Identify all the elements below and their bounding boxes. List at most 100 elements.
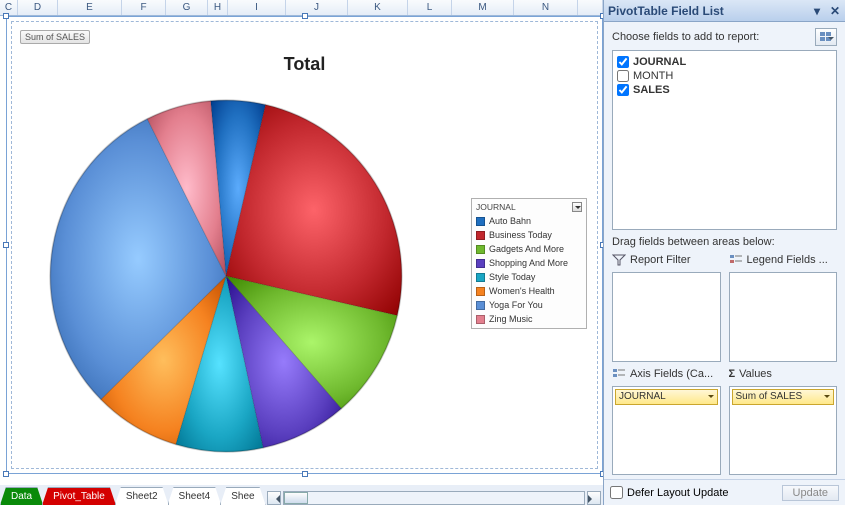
resize-handle[interactable] <box>302 471 308 477</box>
legend-swatch <box>476 231 485 240</box>
area-label: Axis Fields (Ca... <box>630 368 713 380</box>
sheet-tab[interactable]: Sheet2 <box>115 487 169 505</box>
scroll-right-button[interactable] <box>587 491 601 505</box>
drop-area-axis[interactable]: JOURNAL <box>612 386 721 476</box>
field-chip-sum-of-sales[interactable]: Sum of SALES <box>732 389 835 405</box>
legend-text: Zing Music <box>489 314 533 324</box>
resize-handle[interactable] <box>3 471 9 477</box>
field-list-item[interactable]: MONTH <box>617 69 832 83</box>
column-header[interactable]: K <box>348 0 408 15</box>
dropdown-icon[interactable]: ▾ <box>811 5 823 17</box>
field-checkbox[interactable] <box>617 56 629 68</box>
legend-item[interactable]: Shopping And More <box>475 256 583 270</box>
value-field-button[interactable]: Sum of SALES <box>20 30 90 44</box>
legend-item[interactable]: Zing Music <box>475 312 583 326</box>
legend-text: Women's Health <box>489 286 555 296</box>
field-checkbox[interactable] <box>617 70 629 82</box>
legend-swatch <box>476 217 485 226</box>
column-header[interactable]: H <box>208 0 228 15</box>
area-label: Values <box>739 368 772 380</box>
pane-title-text: PivotTable Field List <box>608 4 724 18</box>
field-chip-label: Sum of SALES <box>736 391 803 402</box>
sheet-tab-bar: DataPivot_TableSheet2Sheet4Shee <box>0 485 603 505</box>
pivottable-field-list-pane: PivotTable Field List ▾ ✕ Choose fields … <box>603 0 845 505</box>
update-button[interactable]: Update <box>782 485 839 501</box>
resize-handle[interactable] <box>3 242 9 248</box>
legend-text: Gadgets And More <box>489 244 564 254</box>
legend-item[interactable]: Style Today <box>475 270 583 284</box>
pane-titlebar[interactable]: PivotTable Field List ▾ ✕ <box>604 0 845 22</box>
layout-options-button[interactable] <box>815 28 837 46</box>
drop-area-report-filter[interactable] <box>612 272 721 362</box>
field-list[interactable]: JOURNALMONTHSALES <box>612 50 837 230</box>
field-name: JOURNAL <box>633 56 686 68</box>
horizontal-scrollbar[interactable] <box>265 491 603 505</box>
sheet-tab[interactable]: Data <box>0 487 43 505</box>
legend-field-button[interactable]: JOURNAL <box>475 201 583 214</box>
field-list-item[interactable]: SALES <box>617 83 832 97</box>
chevron-down-icon[interactable] <box>572 202 582 212</box>
column-header[interactable]: F <box>122 0 166 15</box>
sigma-icon: Σ <box>729 368 736 380</box>
sheet-tab[interactable]: Pivot_Table <box>42 487 116 505</box>
legend-swatch <box>476 273 485 282</box>
chart-plot-area[interactable]: Sum of SALES Total JOURNAL Auto Bahn Busi… <box>11 21 598 469</box>
defer-layout-label: Defer Layout Update <box>627 487 729 499</box>
scroll-thumb[interactable] <box>284 492 308 504</box>
sheet-tab[interactable]: Shee <box>220 487 265 505</box>
column-header[interactable]: G <box>166 0 208 15</box>
field-checkbox[interactable] <box>617 84 629 96</box>
column-header[interactable]: L <box>408 0 452 15</box>
legend-swatch <box>476 301 485 310</box>
area-header-values: Σ Values <box>729 366 838 382</box>
chart-legend[interactable]: JOURNAL Auto Bahn Business Today Gadgets A… <box>471 198 587 329</box>
filter-icon <box>612 254 626 266</box>
legend-text: Business Today <box>489 230 552 240</box>
legend-item[interactable]: Yoga For You <box>475 298 583 312</box>
field-chip-label: JOURNAL <box>619 391 666 402</box>
pie-chart[interactable] <box>36 86 416 466</box>
axis-icon <box>612 368 626 380</box>
area-header-axis: Axis Fields (Ca... <box>612 366 721 382</box>
legend-item[interactable]: Auto Bahn <box>475 214 583 228</box>
layout-icon <box>820 32 832 42</box>
drop-area-values[interactable]: Sum of SALES <box>729 386 838 476</box>
choose-fields-label: Choose fields to add to report: <box>612 31 759 43</box>
resize-handle[interactable] <box>302 13 308 19</box>
legend-swatch <box>476 315 485 324</box>
legend-item[interactable]: Women's Health <box>475 284 583 298</box>
column-header[interactable]: E <box>58 0 122 15</box>
chevron-down-icon[interactable] <box>708 395 714 401</box>
scroll-track[interactable] <box>283 491 585 505</box>
field-name: SALES <box>633 84 670 96</box>
defer-layout-checkbox[interactable]: Defer Layout Update <box>610 486 729 499</box>
chevron-down-icon[interactable] <box>824 395 830 401</box>
column-header[interactable]: D <box>18 0 58 15</box>
legend-swatch <box>476 245 485 254</box>
resize-handle[interactable] <box>3 13 9 19</box>
legend-text: Shopping And More <box>489 258 568 268</box>
legend-field-label: JOURNAL <box>476 202 516 212</box>
legend-text: Yoga For You <box>489 300 543 310</box>
area-label: Legend Fields ... <box>747 254 828 266</box>
chart-title[interactable]: Total <box>12 54 597 75</box>
legend-item[interactable]: Business Today <box>475 228 583 242</box>
sheet-tab[interactable]: Sheet4 <box>168 487 222 505</box>
pivot-chart-object[interactable]: Sum of SALES Total JOURNAL Auto Bahn Busi… <box>6 16 603 474</box>
column-header[interactable]: N <box>514 0 578 15</box>
defer-layout-input[interactable] <box>610 486 623 499</box>
column-header[interactable]: J <box>286 0 348 15</box>
legend-text: Style Today <box>489 272 535 282</box>
field-list-item[interactable]: JOURNAL <box>617 55 832 69</box>
column-header[interactable]: I <box>228 0 286 15</box>
legend-item[interactable]: Gadgets And More <box>475 242 583 256</box>
close-icon[interactable]: ✕ <box>829 5 841 17</box>
area-header-legend: Legend Fields ... <box>729 252 838 268</box>
drag-areas-label: Drag fields between areas below: <box>612 236 837 248</box>
legend-swatch <box>476 287 485 296</box>
field-chip-journal[interactable]: JOURNAL <box>615 389 718 405</box>
drop-area-legend[interactable] <box>729 272 838 362</box>
column-header[interactable]: M <box>452 0 514 15</box>
scroll-left-button[interactable] <box>267 491 281 505</box>
area-header-report-filter: Report Filter <box>612 252 721 268</box>
